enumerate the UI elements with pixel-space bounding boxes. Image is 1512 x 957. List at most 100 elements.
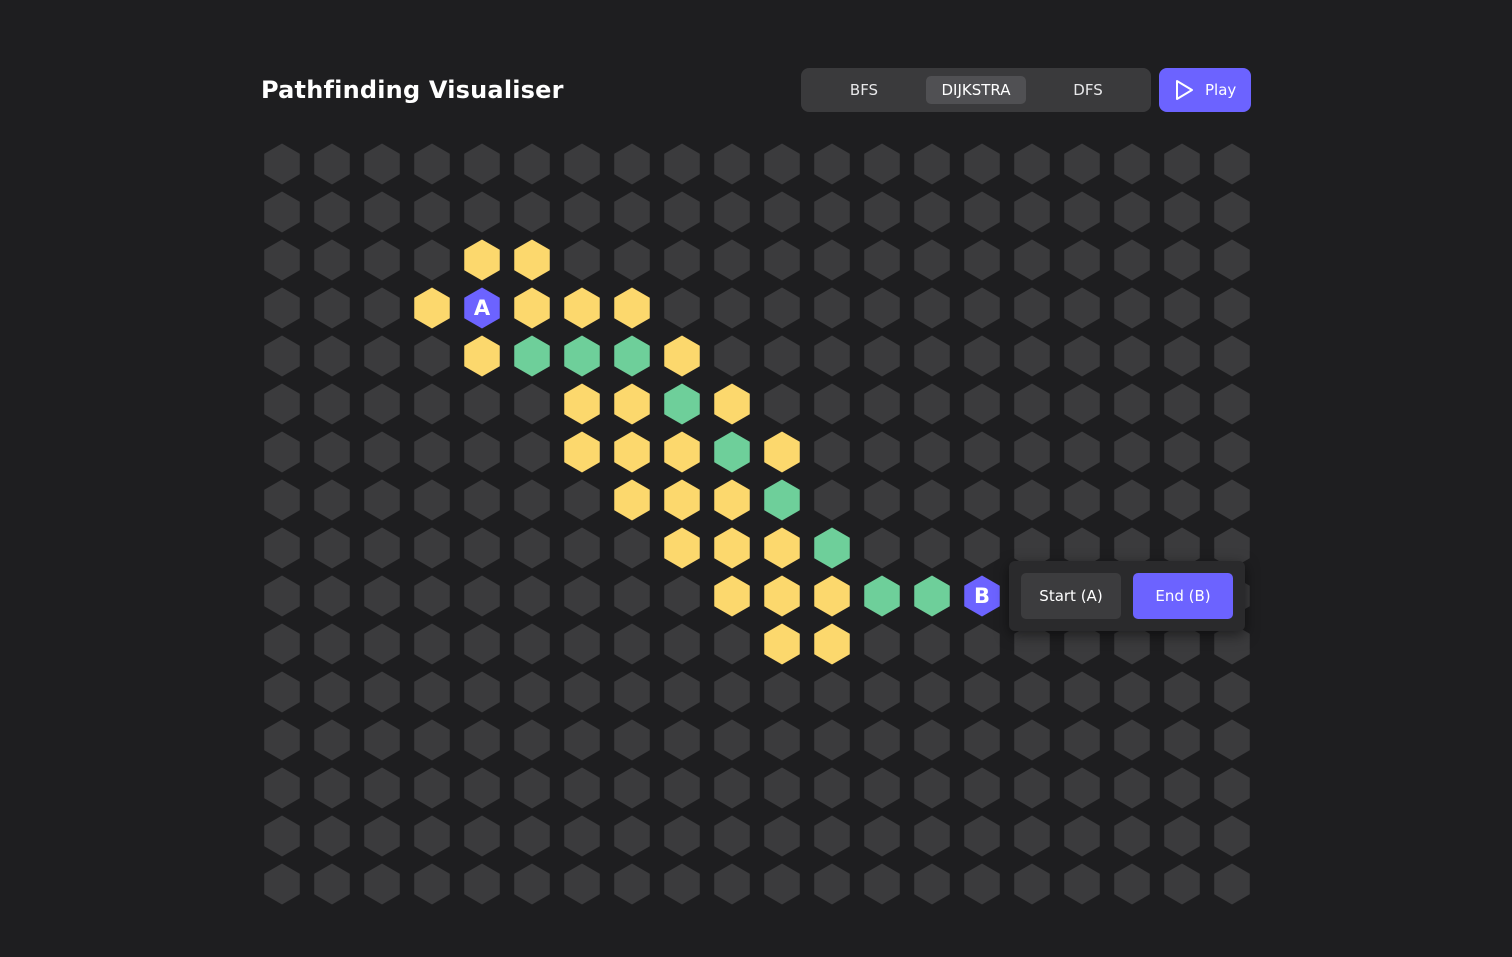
grid-cell[interactable] [914, 287, 950, 329]
grid-cell[interactable] [1114, 719, 1150, 761]
grid-cell[interactable] [1164, 479, 1200, 521]
grid-cell[interactable] [364, 143, 400, 185]
grid-cell[interactable] [614, 671, 650, 713]
grid-cell[interactable] [1164, 383, 1200, 425]
grid-cell[interactable] [1064, 287, 1100, 329]
grid-cell[interactable] [964, 335, 1000, 377]
grid-cell[interactable] [314, 767, 350, 809]
grid-cell[interactable] [514, 719, 550, 761]
grid-cell[interactable] [664, 863, 700, 905]
grid-cell[interactable] [1114, 767, 1150, 809]
grid-cell[interactable] [614, 863, 650, 905]
grid-cell[interactable] [964, 719, 1000, 761]
grid-cell[interactable] [664, 287, 700, 329]
grid-cell[interactable] [1114, 671, 1150, 713]
grid-cell[interactable] [1214, 815, 1250, 857]
grid-cell[interactable] [414, 719, 450, 761]
grid-cell[interactable] [1214, 863, 1250, 905]
grid-cell[interactable] [814, 479, 850, 521]
grid-cell[interactable] [414, 239, 450, 281]
grid-cell[interactable] [1014, 239, 1050, 281]
grid-cell[interactable] [614, 815, 650, 857]
grid-cell[interactable] [1164, 767, 1200, 809]
grid-cell[interactable] [764, 239, 800, 281]
grid-cell[interactable] [464, 527, 500, 569]
visited-cell[interactable] [514, 239, 550, 281]
grid-cell[interactable] [414, 815, 450, 857]
grid-cell[interactable] [1064, 719, 1100, 761]
grid-cell[interactable] [614, 191, 650, 233]
grid-cell[interactable] [314, 335, 350, 377]
grid-cell[interactable] [264, 815, 300, 857]
grid-cell[interactable] [364, 767, 400, 809]
grid-cell[interactable] [814, 767, 850, 809]
grid-cell[interactable] [864, 719, 900, 761]
path-cell[interactable] [614, 335, 650, 377]
grid-cell[interactable] [814, 143, 850, 185]
visited-cell[interactable] [514, 287, 550, 329]
grid-cell[interactable] [314, 815, 350, 857]
grid-cell[interactable] [864, 143, 900, 185]
path-cell[interactable] [814, 527, 850, 569]
grid-cell[interactable] [464, 143, 500, 185]
grid-cell[interactable] [1064, 239, 1100, 281]
grid-cell[interactable] [1214, 191, 1250, 233]
grid-cell[interactable] [764, 143, 800, 185]
path-cell[interactable] [514, 335, 550, 377]
grid-cell[interactable] [414, 479, 450, 521]
grid-cell[interactable] [1214, 431, 1250, 473]
grid-cell[interactable] [264, 623, 300, 665]
grid-cell[interactable] [464, 719, 500, 761]
visited-cell[interactable] [814, 623, 850, 665]
visited-cell[interactable] [464, 239, 500, 281]
grid-cell[interactable] [1114, 287, 1150, 329]
grid-cell[interactable] [514, 191, 550, 233]
grid-cell[interactable] [1214, 671, 1250, 713]
grid-cell[interactable] [964, 431, 1000, 473]
grid-cell[interactable] [1164, 191, 1200, 233]
grid-cell[interactable] [414, 431, 450, 473]
path-cell[interactable] [664, 383, 700, 425]
grid-cell[interactable] [514, 575, 550, 617]
grid-cell[interactable] [1214, 479, 1250, 521]
grid-cell[interactable] [1164, 239, 1200, 281]
grid-cell[interactable] [714, 671, 750, 713]
grid-cell[interactable] [964, 383, 1000, 425]
grid-cell[interactable] [1214, 287, 1250, 329]
grid-cell[interactable] [1014, 767, 1050, 809]
grid-cell[interactable] [264, 575, 300, 617]
visited-cell[interactable] [614, 431, 650, 473]
grid-cell[interactable] [1164, 431, 1200, 473]
grid-cell[interactable] [714, 287, 750, 329]
grid-cell[interactable] [1114, 479, 1150, 521]
grid-cell[interactable] [464, 815, 500, 857]
visited-cell[interactable] [664, 431, 700, 473]
grid-cell[interactable] [1114, 239, 1150, 281]
grid-cell[interactable] [364, 671, 400, 713]
grid-cell[interactable] [514, 431, 550, 473]
visited-cell[interactable] [564, 287, 600, 329]
grid-cell[interactable] [414, 191, 450, 233]
grid-cell[interactable] [614, 143, 650, 185]
grid-cell[interactable] [464, 623, 500, 665]
grid-cell[interactable] [714, 191, 750, 233]
grid-cell[interactable] [814, 431, 850, 473]
grid-cell[interactable] [564, 479, 600, 521]
grid-cell[interactable] [1164, 143, 1200, 185]
grid-cell[interactable] [864, 287, 900, 329]
grid-cell[interactable] [564, 527, 600, 569]
algorithm-option-dfs[interactable]: DFS [1045, 76, 1131, 104]
grid-cell[interactable] [1064, 767, 1100, 809]
grid-cell[interactable] [914, 191, 950, 233]
grid-cell[interactable] [314, 719, 350, 761]
grid-cell[interactable] [814, 335, 850, 377]
grid-cell[interactable] [814, 287, 850, 329]
grid-cell[interactable] [964, 863, 1000, 905]
visited-cell[interactable] [714, 575, 750, 617]
visited-cell[interactable] [714, 383, 750, 425]
grid-cell[interactable] [1114, 143, 1150, 185]
grid-cell[interactable] [864, 767, 900, 809]
grid-cell[interactable] [814, 383, 850, 425]
grid-cell[interactable] [514, 767, 550, 809]
grid-cell[interactable] [714, 623, 750, 665]
